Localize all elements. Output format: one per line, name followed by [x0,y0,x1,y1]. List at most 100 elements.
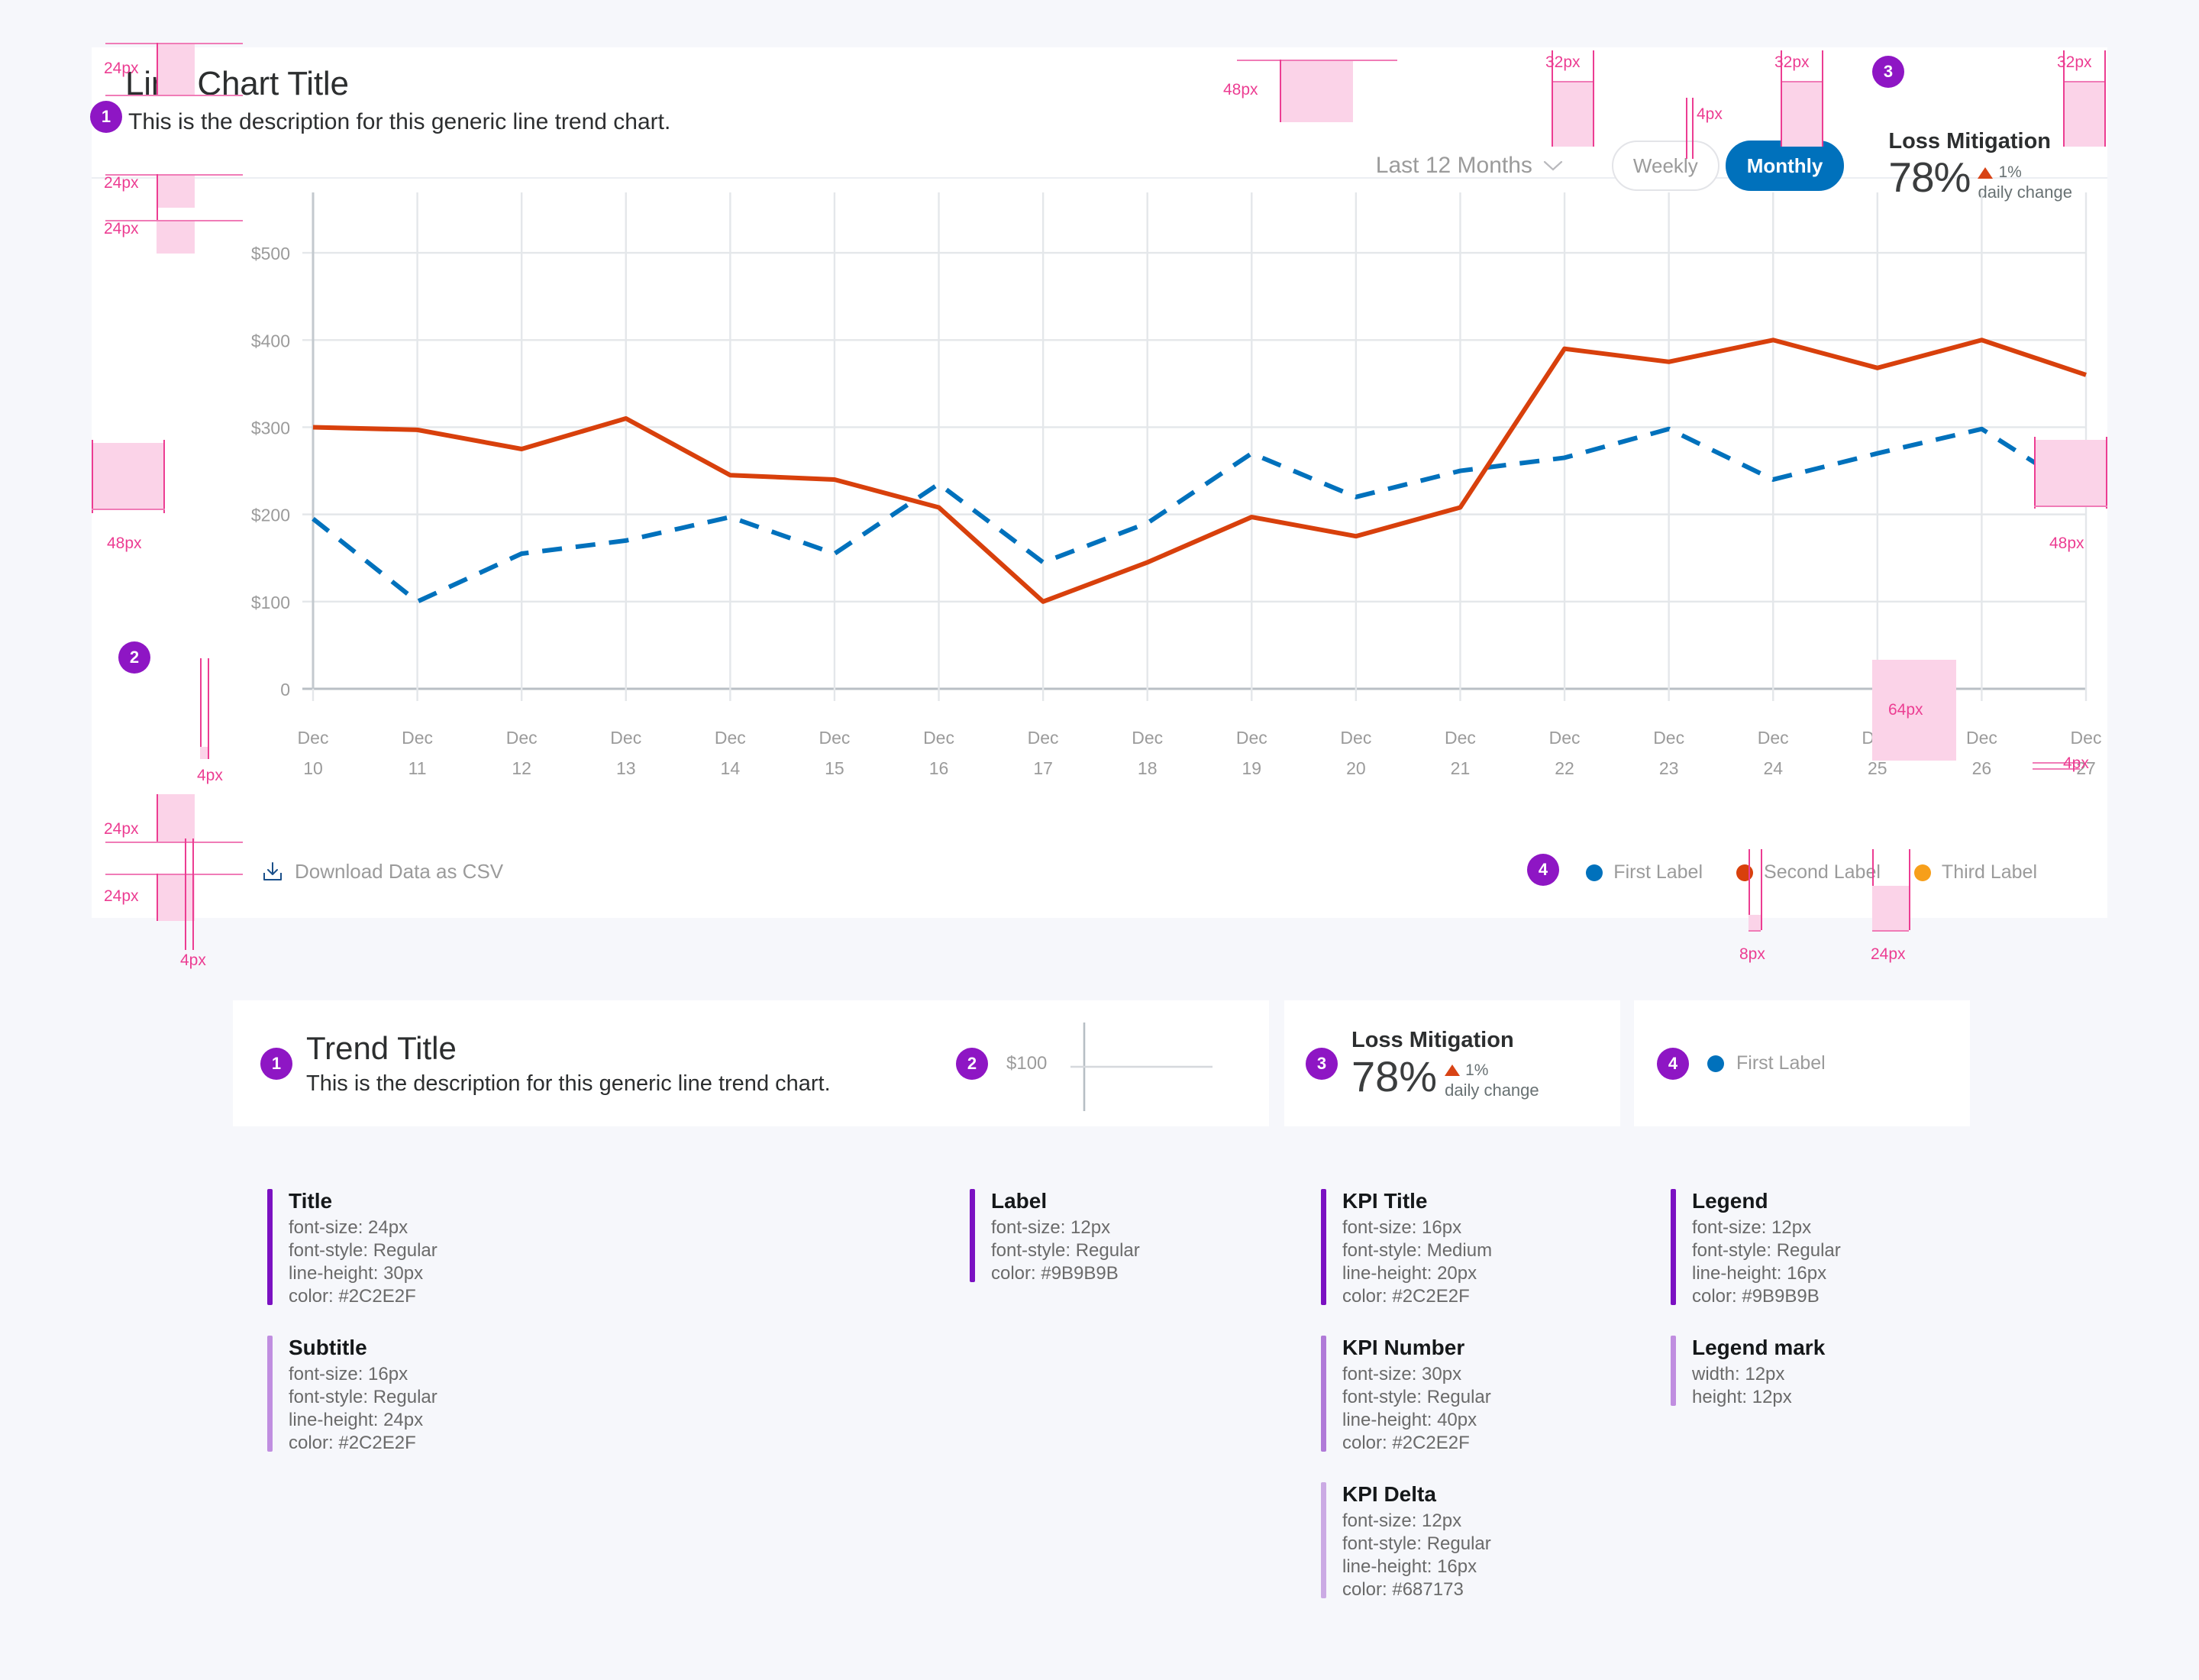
sample-kpi-title: Loss Mitigation [1351,1027,1514,1052]
page-title: Line Chart Title [125,65,349,102]
svg-text:Dec: Dec [298,728,329,748]
spec-accent-bar [970,1189,975,1282]
legend-item[interactable]: Third Label [1913,861,2037,884]
spec-item-legend-mark: Legend mark width: 12px height: 12px [1671,1333,1970,1409]
svg-text:$500: $500 [251,244,290,263]
spec-line: line-height: 40px [1342,1410,1477,1430]
spec-accent-bar [1321,1336,1326,1452]
spec-line: color: #2C2E2F [1342,1433,1470,1453]
sample-axis-label: $100 [1006,1052,1048,1074]
spec-item-legend: Legend font-size: 12px font-style: Regul… [1671,1186,1970,1308]
svg-text:$100: $100 [251,593,290,612]
spec-accent-bar [1321,1189,1326,1305]
sample-card-legend: 4 First Label [1634,1000,1970,1126]
spec-name: Label [991,1189,1048,1213]
spec-line: line-height: 24px [289,1410,424,1430]
spec-column-title: 1 Trend Title This is the description fo… [233,1000,935,1455]
svg-text:Dec: Dec [1236,728,1267,748]
spec-column-label: 2 $100 Label font-size: 12px font-style:… [933,1000,1269,1285]
download-csv-button[interactable]: Download Data as CSV [261,860,503,884]
line-chart-card: Line Chart Title This is the description… [92,47,2107,918]
legend-item-label: First Label [1613,861,1703,883]
spec-item-subtitle: Subtitle font-size: 16px font-style: Reg… [267,1333,935,1455]
spec-name: Legend [1692,1189,1768,1213]
svg-text:Dec: Dec [819,728,850,748]
time-range-value: Last 12 Months [1375,153,1532,178]
spec-line: font-style: Medium [1342,1240,1493,1261]
svg-text:Dec: Dec [1549,728,1581,748]
svg-text:Dec: Dec [610,728,641,748]
spec-item-title: Title font-size: 24px font-style: Regula… [267,1186,935,1308]
spec-line: color: #2C2E2F [1342,1286,1470,1307]
svg-text:16: 16 [929,758,949,778]
kpi-title: Loss Mitigation [1888,129,2052,153]
legend-mark-icon [1707,1055,1724,1072]
svg-text:27: 27 [2076,758,2096,778]
sample-kpi-delta-caption: daily change [1445,1080,1539,1100]
sample-card-trend-title: 1 Trend Title This is the description fo… [233,1000,935,1126]
sample-trend-subtitle: This is the description for this generic… [306,1071,831,1096]
chart-footer: Download Data as CSV First Label Second L… [92,838,2107,918]
line-chart-svg[interactable]: 0 $100 $200 $300 $400 $500 Dec 10 Dec 11 Dec 12 Dec 1… [92,179,2107,843]
legend-item[interactable]: Second Label [1736,861,1881,884]
sample-card-axis-label: 2 $100 [933,1000,1269,1126]
svg-text:22: 22 [1555,758,1574,778]
svg-text:13: 13 [616,758,636,778]
spec-line: line-height: 16px [1692,1263,1827,1284]
svg-text:14: 14 [721,758,741,778]
spec-line: color: #2C2E2F [289,1433,416,1453]
svg-text:$300: $300 [251,418,290,438]
svg-text:Dec: Dec [715,728,746,748]
spec-name: Legend mark [1692,1336,1826,1359]
spec-line: line-height: 30px [289,1263,424,1284]
svg-text:20: 20 [1346,758,1366,778]
redline-rule [1749,930,1761,932]
svg-text:Dec: Dec [2071,728,2102,748]
svg-text:0: 0 [280,680,290,699]
callout-badge-4: 4 [1527,854,1559,886]
spec-item-kpi-title: KPI Title font-size: 16px font-style: Me… [1321,1186,1620,1308]
svg-text:23: 23 [1659,758,1679,778]
callout-badge-1-spec: 1 [260,1048,292,1080]
svg-text:15: 15 [825,758,844,778]
spec-accent-bar [267,1189,273,1305]
svg-text:$200: $200 [251,506,290,525]
spec-accent-bar [1321,1482,1326,1598]
spec-line: color: #9B9B9B [1692,1286,1820,1307]
spec-item-kpi-delta: KPI Delta font-size: 12px font-style: Re… [1321,1479,1620,1601]
spec-line: width: 12px [1692,1364,1785,1384]
sample-gridline-icon [1070,1022,1213,1111]
spec-line: font-size: 30px [1342,1364,1462,1384]
spec-line: line-height: 16px [1342,1556,1477,1577]
svg-text:Dec: Dec [506,728,538,748]
legend-item-label: Third Label [1941,861,2037,883]
svg-text:Dec: Dec [1758,728,1789,748]
svg-text:$400: $400 [251,331,290,351]
spec-name: KPI Title [1342,1189,1428,1213]
redline-label: 4px [180,951,206,969]
spec-line: font-style: Regular [1692,1240,1841,1261]
svg-text:Dec: Dec [1340,728,1371,748]
svg-text:Dec: Dec [1653,728,1684,748]
spec-line: font-style: Regular [289,1387,438,1407]
spec-column-kpi: 3 Loss Mitigation 78% 1% daily change KP… [1284,1000,1620,1601]
callout-badge-2: 2 [118,641,150,674]
time-range-dropdown[interactable]: Last 12 Months [1376,153,1568,179]
spec-line: font-style: Regular [991,1240,1140,1261]
svg-text:17: 17 [1033,758,1053,778]
sample-legend-label: First Label [1736,1052,1826,1074]
legend-item[interactable]: First Label [1586,861,1703,884]
svg-text:25: 25 [1868,758,1887,778]
redline-label: 24px [1871,945,1906,963]
callout-badge-1: 1 [90,101,122,133]
spec-line: font-size: 12px [1692,1217,1812,1238]
spec-item-label: Label font-size: 12px font-style: Regula… [970,1186,1269,1285]
svg-text:24: 24 [1763,758,1783,778]
sample-kpi-number: 78% [1351,1052,1438,1100]
sample-kpi-delta: 1% [1465,1061,1489,1079]
download-icon [261,861,284,883]
svg-text:21: 21 [1451,758,1471,778]
svg-text:Dec: Dec [1862,728,1893,748]
spec-line: font-size: 16px [289,1364,408,1384]
svg-text:Dec: Dec [1966,728,1997,748]
